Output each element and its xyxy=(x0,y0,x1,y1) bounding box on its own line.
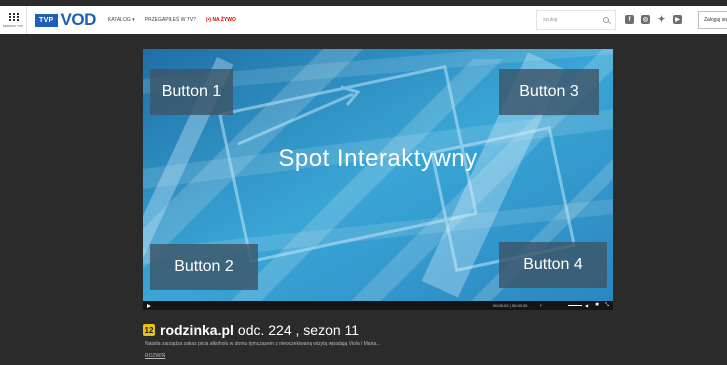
play-icon[interactable] xyxy=(147,303,151,308)
main-nav: KATALOG ▾ PRZEGAPIŁEŚ W TV? (•) NA ŻYWO xyxy=(108,17,246,23)
twitter-icon[interactable]: ✦ xyxy=(657,14,666,24)
nav-katalog[interactable]: KATALOG ▾ xyxy=(108,17,135,23)
grid-icon xyxy=(8,12,19,22)
chevron-down-icon: ▾ xyxy=(132,17,135,23)
fullscreen-icon[interactable]: ⤡ xyxy=(605,302,609,308)
overlay-button-1[interactable]: Button 1 xyxy=(150,69,233,115)
show-title: rodzinka.pl xyxy=(160,322,234,338)
video-player[interactable]: Button 1 Button 3 Spot Interaktywny Butt… xyxy=(143,49,613,301)
nav-przegapiles[interactable]: PRZEGAPIŁEŚ W TV? xyxy=(145,17,196,23)
logo-vod: VOD xyxy=(60,10,97,29)
youtube-icon[interactable]: ▶ xyxy=(673,15,682,24)
volume-icon[interactable]: ◀ xyxy=(585,303,588,308)
overlay-button-4[interactable]: Button 4 xyxy=(499,242,607,288)
nav-na-zywo[interactable]: (•) NA ŻYWO xyxy=(206,17,236,23)
age-rating-badge: 12 xyxy=(143,324,155,336)
social-links: f ◎ ✦ ▶ xyxy=(625,14,682,24)
search-icon[interactable] xyxy=(603,17,609,23)
overlay-button-2[interactable]: Button 2 xyxy=(150,244,258,290)
gear-icon[interactable]: ✱ xyxy=(595,302,599,308)
time-display: 00:00:02 | 00:00:20 xyxy=(493,303,528,308)
overlay-button-3[interactable]: Button 3 xyxy=(499,69,599,115)
logo-tvp: TVP xyxy=(35,13,58,27)
services-caption: SERWISY TVP xyxy=(2,23,24,28)
tvp-vod-logo[interactable]: TVP VOD xyxy=(35,10,96,30)
search-input[interactable]: szukaj xyxy=(536,10,616,30)
episode-title-row: 12 rodzinka.pl odc. 224 , sezon 11 xyxy=(143,322,359,338)
instagram-icon[interactable]: ◎ xyxy=(641,15,650,24)
player-controls: 00:00:02 | 00:00:20 ‹ ◀ ✱ ⤡ xyxy=(143,301,613,310)
episode-info: odc. 224 , sezon 11 xyxy=(237,322,360,338)
episode-description: Natalia zarządza zakaz picia alkoholu w … xyxy=(145,341,381,347)
rewind-icon[interactable]: ‹ xyxy=(540,303,542,309)
spot-title: Spot Interaktywny xyxy=(278,145,478,172)
volume-slider[interactable] xyxy=(568,305,582,306)
top-header: SERWISY TVP TVP VOD KATALOG ▾ PRZEGAPIŁE… xyxy=(0,6,727,34)
search-placeholder: szukaj xyxy=(543,17,558,23)
facebook-icon[interactable]: f xyxy=(625,15,634,24)
services-menu-button[interactable]: SERWISY TVP xyxy=(0,6,27,34)
expand-link[interactable]: ROZWIŃ xyxy=(145,353,165,359)
login-button[interactable]: Zaloguj się xyxy=(698,11,727,29)
